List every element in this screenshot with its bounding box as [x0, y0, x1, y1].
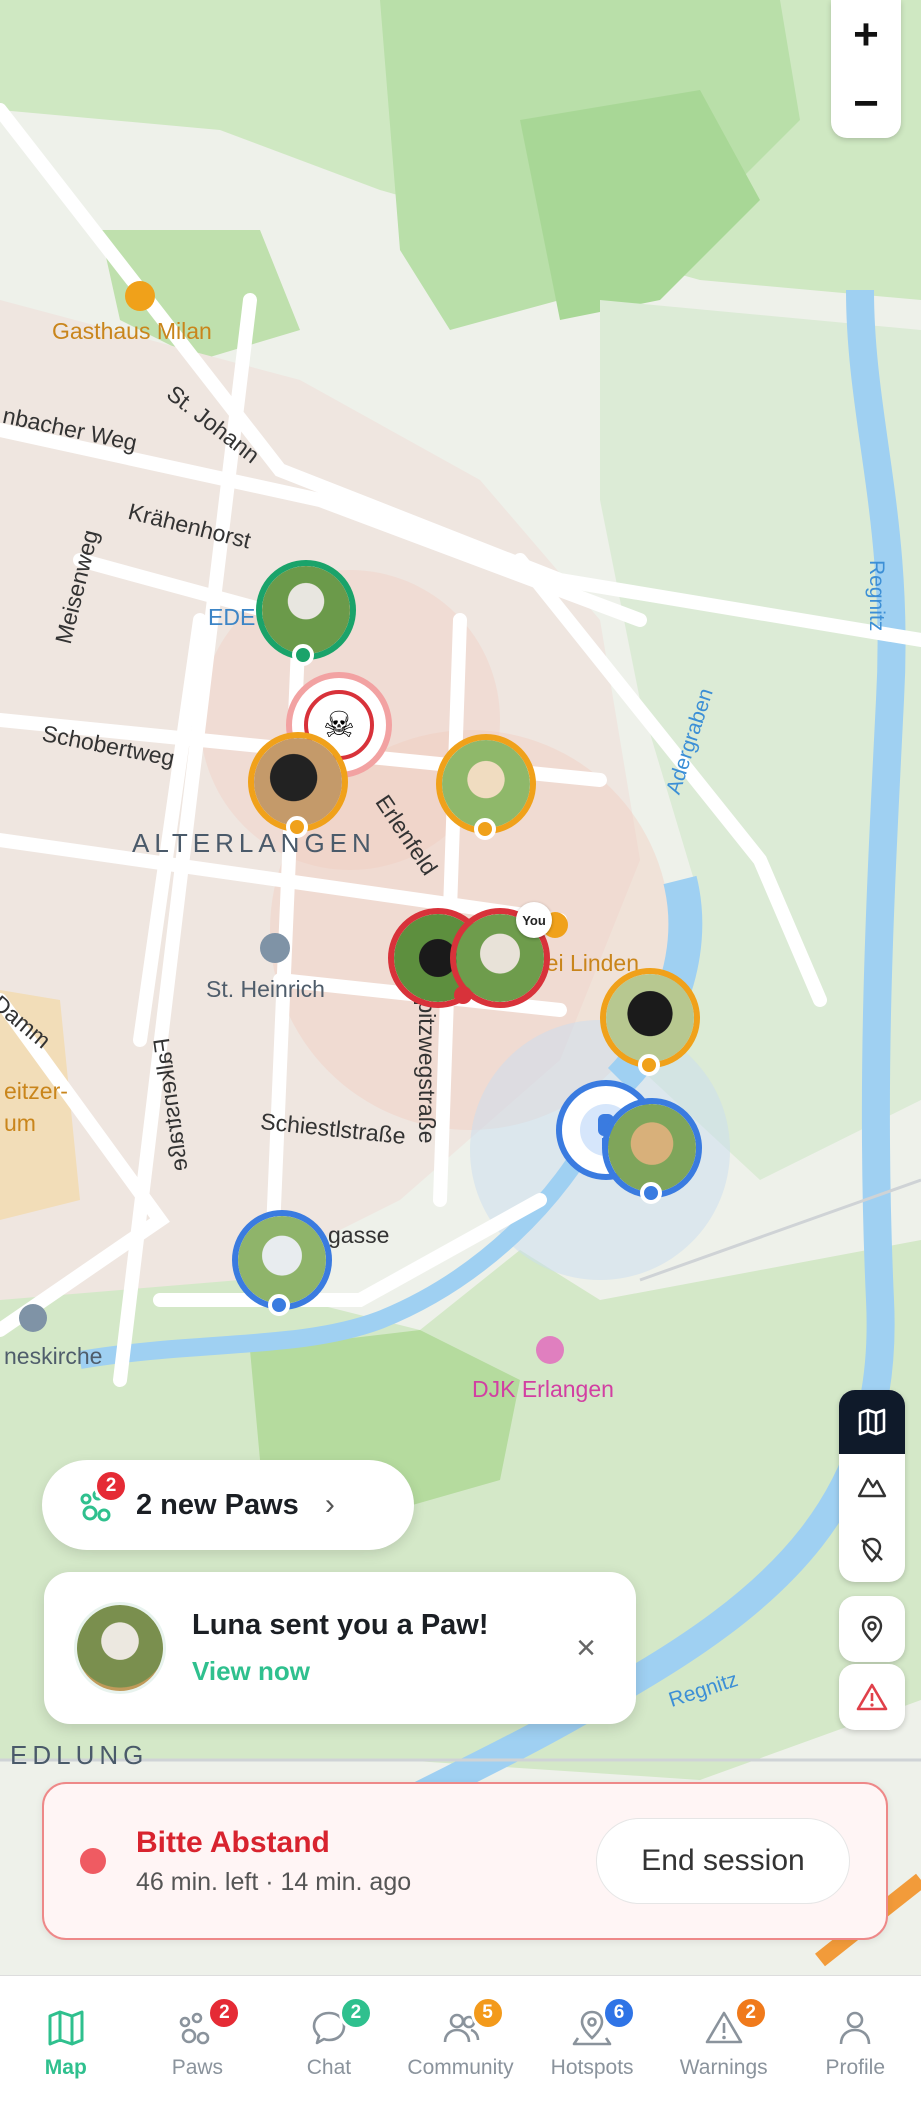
nav-label-warnings: Warnings [679, 2056, 768, 2079]
close-icon[interactable]: × [576, 1629, 596, 1668]
dog-pin-green-dot [292, 644, 314, 666]
chevron-right-icon: › [324, 1488, 335, 1521]
new-paws-pill[interactable]: 2 2 new Paws › [42, 1460, 414, 1550]
nav-label-hotspots: Hotspots [550, 2056, 634, 2079]
terrain-icon [857, 1477, 887, 1498]
poi-label-st-heinrich[interactable]: St. Heinrich [206, 976, 325, 1003]
session-subtitle: 46 min. left · 14 min. ago [136, 1867, 412, 1896]
nav-item-paws[interactable]: 2 Paws [132, 1976, 264, 2124]
dog-pin-red-dot [454, 986, 472, 1004]
end-session-button[interactable]: End session [596, 1818, 850, 1904]
water-label-regnitz-top: Regnitz [865, 560, 888, 632]
nav-item-warnings[interactable]: 2 Warnings [658, 1976, 790, 2124]
poi-label-weitzer: eitzer- [4, 1078, 68, 1104]
dog-pin-blue-1-dot [640, 1182, 662, 1204]
new-paws-text: 2 new Paws [136, 1488, 299, 1521]
map-icon [858, 1408, 886, 1436]
notification-title: Luna sent you a Paw! [192, 1609, 489, 1641]
locate-me-button[interactable] [839, 1596, 905, 1662]
location-off-icon [861, 1537, 883, 1563]
nav-label-community: Community [407, 2056, 514, 2079]
nav-badge-hotspots: 6 [602, 1996, 637, 2030]
zoom-in-button[interactable]: + [831, 0, 901, 69]
map-layer-button[interactable] [839, 1390, 905, 1454]
map-view[interactable]: Gasthaus Milan St. Johann nbacher Weg Kr… [0, 0, 921, 1975]
nav-badge-chat: 2 [338, 1996, 373, 2030]
street-label-gasse: gasse [328, 1222, 390, 1248]
area-label-siedlung: EDLUNG [10, 1740, 149, 1770]
street-label-spitzwegstrasse: Spitzwegstraße [414, 985, 440, 1144]
location-pin-icon [861, 1615, 883, 1643]
nav-label-paws: Paws [171, 2056, 224, 2079]
avatar [74, 1602, 166, 1694]
nav-item-community[interactable]: 5 Community [395, 1976, 527, 2124]
nav-item-hotspots[interactable]: 6 Hotspots [526, 1976, 658, 2124]
paws-icon-wrap: 2 [78, 1469, 128, 1525]
warning-icon [856, 1683, 888, 1711]
new-paws-badge: 2 [94, 1469, 128, 1503]
nav-item-chat[interactable]: 2 Chat [263, 1976, 395, 2124]
view-now-link[interactable]: View now [192, 1656, 576, 1687]
nav-label-chat: Chat [306, 2056, 352, 2079]
profile-icon [839, 2011, 871, 2045]
paw-notification[interactable]: Luna sent you a Paw! View now × [44, 1572, 636, 1724]
poi-label-gasthaus[interactable]: Gasthaus Milan [52, 318, 212, 345]
poi-filter-button[interactable] [839, 1518, 905, 1582]
nav-label-map: Map [44, 2056, 87, 2079]
dog-pin-orange-1-dot [286, 816, 308, 838]
map-icon [48, 2010, 84, 2046]
dog-pin-blue-2-dot [268, 1294, 290, 1316]
nav-item-map[interactable]: Map [0, 1976, 132, 2124]
dog-pin-orange-3[interactable] [600, 968, 700, 1068]
poi-label-drei-linden[interactable]: rei Linden [538, 950, 639, 977]
area-label-alterlangen: ALTERLANGEN [132, 828, 376, 858]
bottom-navigation: Map 2 Paws 2 Chat 5 Community 6 Hotspots… [0, 1975, 921, 2124]
dog-pin-orange-3-dot [638, 1054, 660, 1076]
zoom-out-button[interactable]: − [831, 69, 901, 138]
poi-label-um: um [4, 1110, 36, 1136]
poi-label-kirche[interactable]: neskirche [4, 1343, 102, 1370]
status-dot [80, 1848, 106, 1874]
nav-label-profile: Profile [825, 2056, 886, 2079]
nav-badge-warnings: 2 [733, 1996, 768, 2030]
report-warning-button[interactable] [839, 1664, 905, 1730]
nav-badge-community: 5 [470, 1996, 505, 2030]
zoom-controls: + − [831, 0, 901, 138]
dog-pin-orange-2-dot [474, 818, 496, 840]
nav-item-profile[interactable]: Profile [789, 1976, 921, 2124]
session-title: Bitte Abstand [136, 1825, 330, 1859]
you-tag: You [516, 902, 552, 938]
active-session-banner: Bitte Abstand 46 min. left · 14 min. ago… [42, 1782, 888, 1940]
map-layer-tools [839, 1390, 905, 1582]
poi-label-djk-erlangen[interactable]: DJK Erlangen [472, 1376, 614, 1403]
terrain-layer-button[interactable] [839, 1454, 905, 1518]
nav-badge-paws: 2 [207, 1996, 242, 2030]
